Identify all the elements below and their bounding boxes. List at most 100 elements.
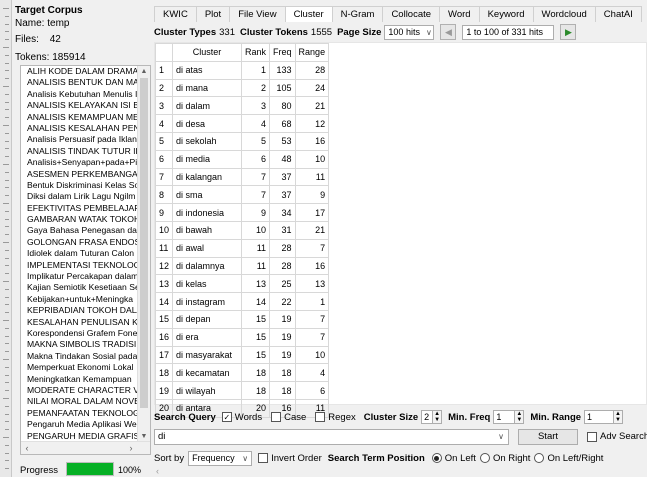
file-list-item[interactable]: PEMANFAATAN TEKNOLOGI [21,408,138,419]
table-row[interactable]: 2 di mana 2 105 24 [154,78,330,98]
file-list-item[interactable]: Idiolek dalam Tuturan Calon [21,248,138,259]
tab-word[interactable]: Word [439,6,480,22]
words-checkbox[interactable]: ✓ [221,412,232,422]
table-row[interactable]: 15 di depan 15 19 7 [154,309,330,329]
file-list-item[interactable]: KESALAHAN PENULISAN KAT [21,317,138,328]
on-left-radio[interactable] [431,453,442,463]
file-list-item[interactable]: Pengaruh Media Aplikasi We [21,419,138,430]
table-row[interactable]: 4 di desa 4 68 12 [154,114,330,133]
file-list-item[interactable]: ANALISIS KEMAMPUAN MEI [21,112,138,123]
table-row[interactable]: 8 di sma 7 37 9 [154,185,330,205]
on-right-radio[interactable] [479,453,490,463]
start-button[interactable]: Start [518,429,578,445]
tab-collocate[interactable]: Collocate [382,6,441,22]
tab-cluster[interactable]: Cluster [284,6,333,22]
file-list-item[interactable]: ALIH KODE DALAM DRAMA [21,66,138,77]
cluster-size-stepper[interactable]: ▲ ▼ [433,410,443,424]
file-list-item[interactable]: Memperkuat Ekonomi Lokal [21,362,138,373]
page-size-select[interactable]: 100 hits ∨ [384,24,435,40]
chevron-down-icon[interactable]: ∨ [498,430,504,444]
tab-wordcloud[interactable]: Wordcloud [532,6,596,22]
min-range-stepper[interactable]: ▲ ▼ [614,410,624,424]
adv-search-checkbox[interactable] [587,431,597,442]
table-row[interactable]: 14 di instagram 14 22 1 [154,292,330,311]
file-list-item[interactable]: GOLONGAN FRASA ENDOSE [21,237,138,248]
tab-kwic[interactable]: KWIC [154,6,197,22]
tab-keyword[interactable]: Keyword [478,6,534,22]
scroll-left-icon[interactable]: ‹ [156,466,159,476]
file-list-item[interactable]: ANALISIS BENTUK DAN MAK [21,77,138,88]
file-list-item[interactable]: MODERATE CHARACTER VAL [21,385,138,396]
file-list-item[interactable]: Analisis+Senyapan+pada+Pi [21,157,138,168]
table-row[interactable]: 5 di sekolah 5 53 16 [154,131,330,151]
file-list-item[interactable]: ANALISIS TINDAK TUTUR ILO [21,146,138,157]
on-left-right-label: On Left/Right [547,452,604,464]
file-list-item[interactable]: ASESMEN PERKEMBANGAN [21,169,138,180]
file-list-item[interactable]: Kajian Semiotik Kesetiaan Se [21,282,138,293]
file-list-item[interactable]: KEPRIBADIAN TOKOH DALAM [21,305,138,316]
scroll-left-icon[interactable]: ‹ [21,442,33,454]
case-checkbox[interactable] [271,412,282,422]
tab-chatai[interactable]: ChatAI [594,6,642,22]
file-list-item[interactable]: IMPLEMENTASI TEKNOLOGI [21,260,138,271]
cluster-size-input[interactable]: 2 [421,410,434,424]
file-list-horizontal-scrollbar[interactable]: ‹ › [21,441,150,454]
on-left-right-radio[interactable] [534,453,545,463]
bottom-horizontal-scrollbar[interactable]: ‹ [152,466,647,477]
table-row[interactable]: 9 di indonesia 9 34 17 [154,203,330,222]
tab-n-gram[interactable]: N-Gram [331,6,384,22]
table-row[interactable]: 16 di era 15 19 7 [154,327,330,347]
sort-by-select[interactable]: Frequency ∨ [188,450,253,466]
table-row[interactable]: 10 di bawah 10 31 21 [154,220,330,240]
table-row[interactable]: 12 di dalamnya 11 28 16 [154,256,330,276]
min-freq-input[interactable]: 1 [493,410,516,424]
table-row[interactable]: 11 di awal 11 28 7 [154,238,330,258]
column-header[interactable]: Range [294,43,330,62]
table-row[interactable]: 19 di wilayah 18 18 6 [154,381,330,400]
corpus-file-list[interactable]: ALIH KODE DALAM DRAMA ANALISIS BENTUK DAN… [20,65,151,455]
file-list-item[interactable]: Korespondensi Grafem Fone [21,328,138,339]
previous-page-button[interactable]: ◀ [440,24,457,40]
file-list-vertical-scrollbar[interactable]: ▲ ▼ [137,66,150,442]
table-row[interactable]: 3 di dalam 3 80 21 [154,96,330,116]
tab-plot[interactable]: Plot [195,6,231,22]
file-list-item[interactable]: Meningkatkan Kemampuan [21,374,138,385]
file-list-item[interactable]: MAKNA SIMBOLIS TRADISI T [21,339,138,350]
column-header[interactable]: Cluster [172,43,243,62]
tab-file-view[interactable]: File View [229,6,286,22]
column-header[interactable]: Freq [269,43,296,62]
file-list-item[interactable]: ANALISIS KELAYAKAN ISI BUI [21,100,138,111]
file-list-item[interactable]: ANALISIS KESALAHAN PENG [21,123,138,134]
invert-order-checkbox[interactable] [258,453,269,463]
column-header[interactable] [154,43,174,62]
table-row[interactable]: 13 di kelas 13 25 13 [154,274,330,294]
file-list-item[interactable]: NILAI MORAL DALAM NOVE [21,396,138,407]
file-list-item[interactable]: Makna Tindakan Sosial pada [21,351,138,362]
column-header[interactable]: Rank [241,43,271,62]
file-list-item[interactable]: Analisis Kebutuhan Menulis I [21,89,138,100]
min-freq-stepper[interactable]: ▲ ▼ [515,410,525,424]
table-row[interactable]: 6 di media 6 48 10 [154,149,330,169]
file-list-item[interactable]: Diksi dalam Lirik Lagu Ngilm [21,191,138,202]
file-list-item[interactable]: GAMBARAN WATAK TOKOH [21,214,138,225]
table-row[interactable]: 1 di atas 1 133 28 [154,60,330,80]
file-list-item[interactable]: Kebijakan+untuk+Meningka [21,294,138,305]
file-list-item[interactable]: Analisis Persuasif pada Iklan [21,134,138,145]
scrollbar-thumb[interactable] [140,78,148,408]
table-row[interactable]: 17 di masyarakat 15 19 10 [154,345,330,365]
scroll-right-icon[interactable]: › [125,442,137,454]
rank-cell: 10 [241,220,271,240]
regex-checkbox[interactable] [315,412,326,422]
cluster-results-table[interactable]: Cluster Rank Freq Range 1 di atas 1 133 28 2 di m… [154,42,647,418]
file-list-item[interactable]: Gaya Bahasa Penegasan dala [21,225,138,236]
table-row[interactable]: 7 di kalangan 7 37 11 [154,167,330,187]
next-page-button[interactable]: ▶ [560,24,577,40]
scroll-up-icon[interactable]: ▲ [138,66,150,77]
ruler-tick [5,187,9,189]
file-list-item[interactable]: Bentuk Diskriminasi Kelas So [21,180,138,191]
search-query-input[interactable]: di ∨ [154,429,509,445]
file-list-item[interactable]: EFEKTIVITAS PEMBELAJARAN [21,203,138,214]
table-row[interactable]: 18 di kecamatan 18 18 4 [154,363,330,383]
file-list-item[interactable]: Implikatur Percakapan dalam [21,271,138,282]
min-range-input[interactable]: 1 [584,410,615,424]
